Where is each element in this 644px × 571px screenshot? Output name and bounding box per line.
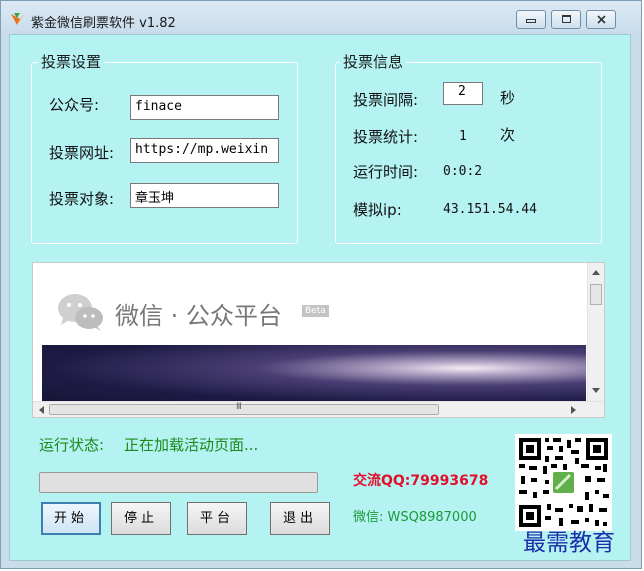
scroll-right-icon <box>571 406 576 414</box>
url-label: 投票网址: <box>49 144 115 162</box>
target-label: 投票对象: <box>49 190 115 208</box>
vote-settings-legend: 投票设置 <box>38 53 105 71</box>
ip-value: 43.151.54.44 <box>443 202 537 217</box>
interval-field[interactable]: 2 <box>443 82 483 105</box>
watermark-text: 最需教育 <box>523 530 615 556</box>
target-field[interactable]: 章玉坤 <box>130 183 279 208</box>
maximize-button[interactable] <box>551 10 581 29</box>
interval-unit: 秒 <box>500 89 516 107</box>
ip-label: 模拟ip: <box>353 201 402 219</box>
close-icon <box>597 15 606 24</box>
app-window: 紫金微信刷票软件 v1.82 投票设置 公众号: finace 投票网址: ht… <box>0 0 642 569</box>
status-text: 正在加载活动页面... <box>124 436 259 454</box>
maximize-icon <box>562 15 571 23</box>
vertical-scroll-thumb[interactable] <box>590 284 602 305</box>
wechat-logo-icon <box>58 294 103 331</box>
horizontal-scroll-thumb[interactable]: III <box>49 402 439 415</box>
horizontal-scrollbar[interactable]: III <box>33 401 604 417</box>
scroll-grip-icon: III <box>236 402 242 412</box>
vertical-scrollbar[interactable] <box>587 263 604 403</box>
runtime-value: 0:0:2 <box>443 164 483 179</box>
banner-image <box>42 345 586 403</box>
vote-info-legend: 投票信息 <box>340 53 407 71</box>
stats-label: 投票统计: <box>353 128 419 146</box>
platform-button[interactable]: 平台 <box>187 502 247 535</box>
minimize-icon <box>526 19 536 23</box>
close-button[interactable] <box>586 10 616 29</box>
status-label: 运行状态: <box>39 436 105 454</box>
scroll-left-icon <box>39 406 44 414</box>
qr-code-image <box>515 434 612 531</box>
wechat-contact: 微信: WSQ8987000 <box>353 510 477 525</box>
wechat-platform-logo: 微信 · 公众平台 <box>115 302 282 330</box>
beta-badge: Beta <box>302 305 329 317</box>
runtime-label: 运行时间: <box>353 163 419 181</box>
scroll-up-icon <box>592 270 600 275</box>
account-field[interactable]: finace <box>130 95 279 120</box>
embedded-browser[interactable]: 微信 · 公众平台 Beta III <box>32 262 605 418</box>
start-button[interactable]: 开始 <box>41 502 101 535</box>
app-logo-icon <box>11 13 25 25</box>
window-title: 紫金微信刷票软件 v1.82 <box>31 16 176 31</box>
stats-value: 1 <box>459 129 467 144</box>
scroll-down-icon <box>592 388 600 393</box>
client-area: 投票设置 公众号: finace 投票网址: https://mp.weixin… <box>9 34 631 561</box>
qq-contact: 交流QQ:79993678 <box>353 473 489 489</box>
stats-unit: 次 <box>500 126 516 144</box>
url-field[interactable]: https://mp.weixin <box>130 138 279 163</box>
stop-button[interactable]: 停止 <box>111 502 171 535</box>
account-label: 公众号: <box>49 96 100 114</box>
titlebar[interactable]: 紫金微信刷票软件 v1.82 <box>1 1 641 34</box>
load-progress-bar <box>39 472 318 493</box>
minimize-button[interactable] <box>516 10 546 29</box>
interval-label: 投票间隔: <box>353 91 419 109</box>
exit-button[interactable]: 退出 <box>270 502 330 535</box>
